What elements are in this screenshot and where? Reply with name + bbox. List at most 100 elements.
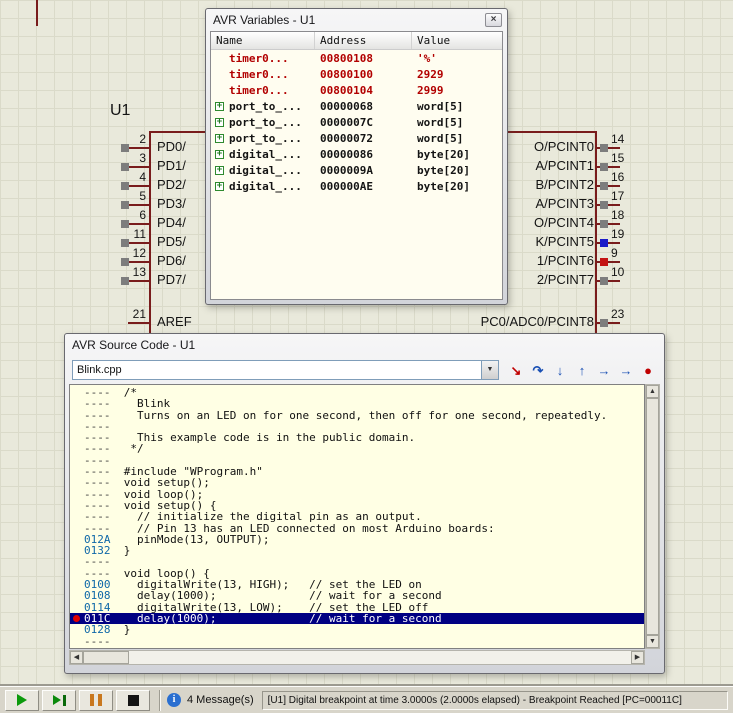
pin-number: 9	[611, 247, 633, 260]
source-line[interactable]: 012A pinMode(13, OUTPUT);	[70, 534, 644, 545]
pin-state-gray-square[interactable]	[600, 277, 608, 285]
variable-address: 00000068	[315, 100, 412, 113]
vertical-scroll-thumb[interactable]	[646, 398, 659, 635]
pin-state-gray-square[interactable]	[600, 201, 608, 209]
expand-icon[interactable]: +	[215, 150, 224, 159]
pin-wire	[128, 166, 151, 168]
variables-table-header: Name Address Value	[211, 32, 502, 50]
source-line[interactable]: ----	[70, 636, 644, 647]
play-button[interactable]	[5, 690, 39, 711]
step-over-button[interactable]: ↷	[528, 360, 548, 380]
chevron-down-icon[interactable]: ▼	[481, 361, 498, 379]
source-line[interactable]: ---- This example code is in the public …	[70, 432, 644, 443]
column-header-name[interactable]: Name	[211, 32, 315, 49]
source-line[interactable]: 0132 }	[70, 545, 644, 556]
pin-state-gray-square[interactable]	[600, 182, 608, 190]
simulation-status-text: [U1] Digital breakpoint at time 3.0000s …	[262, 691, 728, 710]
variable-row[interactable]: +port_to_...00000068word[5]	[211, 98, 502, 114]
expand-icon[interactable]: +	[215, 134, 224, 143]
pin-label: O/PCINT4	[500, 216, 594, 230]
variable-row[interactable]: +digital_...000000AEbyte[20]	[211, 178, 502, 194]
horizontal-scrollbar[interactable]: ◀ ▶	[69, 650, 645, 665]
pin-wire	[128, 242, 151, 244]
variable-address: 00000086	[315, 148, 412, 161]
column-header-value[interactable]: Value	[412, 32, 502, 49]
column-header-address[interactable]: Address	[315, 32, 412, 49]
line-code: delay(1000); // wait for a second	[111, 612, 442, 625]
expand-icon[interactable]: +	[215, 182, 224, 191]
variable-address: 00000072	[315, 132, 412, 145]
pin-state-gray-square[interactable]	[600, 163, 608, 171]
variables-rows: timer0...00800108'%'timer0...00800100292…	[211, 50, 502, 194]
scroll-up-icon[interactable]: ▲	[646, 385, 659, 398]
expand-icon[interactable]: +	[215, 166, 224, 175]
pin-label: PC0/ADC0/PCINT8	[470, 315, 594, 329]
step-button[interactable]	[42, 690, 76, 711]
step-icon	[53, 695, 61, 705]
variable-name: port_to_...	[229, 100, 302, 113]
source-code-lines: ---- /*---- Blink---- Turns on an LED on…	[70, 387, 644, 647]
run-to-button[interactable]: →	[594, 360, 614, 380]
variable-row[interactable]: timer0...00800108'%'	[211, 50, 502, 66]
avr-source-window[interactable]: AVR Source Code - U1 Blink.cpp ▼ ↘↷↓↑→ →…	[64, 333, 665, 674]
source-window-titlebar[interactable]: AVR Source Code - U1	[65, 334, 664, 356]
pin-wire	[128, 322, 151, 324]
variable-row[interactable]: +digital_...0000009Abyte[20]	[211, 162, 502, 178]
pin-number: 17	[611, 190, 633, 203]
scroll-down-icon[interactable]: ▼	[646, 635, 659, 648]
pin-state-gray-square[interactable]	[600, 319, 608, 327]
avr-variables-window[interactable]: AVR Variables - U1 × Name Address Value …	[205, 8, 508, 305]
pin-state-gray-square[interactable]	[600, 144, 608, 152]
variable-address: 00800100	[315, 68, 412, 81]
pin-label: A/PCINT3	[500, 197, 594, 211]
source-code-area[interactable]: ---- /*---- Blink---- Turns on an LED on…	[69, 384, 645, 649]
message-count[interactable]: 4 Message(s)	[187, 694, 254, 706]
pin-state-gray-square[interactable]	[600, 220, 608, 228]
variable-row[interactable]: +port_to_...00000072word[5]	[211, 130, 502, 146]
vertical-scrollbar[interactable]: ▲ ▼	[645, 384, 660, 649]
stop-button[interactable]	[116, 690, 150, 711]
toggle-breakpoint-button[interactable]: ●	[638, 360, 658, 380]
current-source-line[interactable]: 011C delay(1000); // wait for a second	[70, 613, 644, 624]
breakpoint-icon[interactable]	[73, 615, 80, 622]
source-step-button[interactable]: ↘	[506, 360, 526, 380]
status-bar: i 4 Message(s) [U1] Digital breakpoint a…	[0, 686, 733, 713]
scroll-track[interactable]	[129, 651, 631, 664]
pin-label: 1/PCINT6	[500, 254, 594, 268]
file-select-value: Blink.cpp	[73, 361, 481, 379]
pin-number: 23	[611, 308, 633, 321]
pin-number: 14	[611, 133, 633, 146]
scroll-left-icon[interactable]: ◀	[70, 651, 83, 664]
close-icon[interactable]: ×	[485, 13, 502, 27]
line-code: pinMode(13, OUTPUT);	[111, 533, 270, 546]
pin-state-blue-square[interactable]	[600, 239, 608, 247]
step-out-button[interactable]: ↑	[572, 360, 592, 380]
pin-label: PD4/	[157, 216, 186, 230]
variable-row[interactable]: +port_to_...0000007Cword[5]	[211, 114, 502, 130]
step-into-button[interactable]: ↓	[550, 360, 570, 380]
variable-value: word[5]	[412, 116, 502, 129]
variables-window-titlebar[interactable]: AVR Variables - U1	[206, 9, 507, 31]
source-line[interactable]: 0128 }	[70, 624, 644, 635]
variable-row[interactable]: +digital_...00000086byte[20]	[211, 146, 502, 162]
toolbar-step-icons: ↘ ↷ ↓↑→	[504, 360, 614, 380]
pin-state-red-square[interactable]	[600, 258, 608, 266]
pin-number: 16	[611, 171, 633, 184]
variable-row[interactable]: timer0...008001002929	[211, 66, 502, 82]
pin-label: AREF	[157, 315, 192, 329]
pin-label: PD1/	[157, 159, 186, 173]
pause-button[interactable]	[79, 690, 113, 711]
source-line[interactable]: ---- */	[70, 443, 644, 454]
variable-row[interactable]: timer0...008001042999	[211, 82, 502, 98]
goto-pc-button[interactable]: →	[616, 360, 636, 380]
scroll-right-icon[interactable]: ▶	[631, 651, 644, 664]
file-select[interactable]: Blink.cpp ▼	[72, 360, 499, 380]
variable-name: port_to_...	[229, 116, 302, 129]
expand-icon[interactable]: +	[215, 102, 224, 111]
expand-icon[interactable]: +	[215, 118, 224, 127]
variable-value: byte[20]	[412, 148, 502, 161]
source-line[interactable]: ---- Turns on an LED on for one second, …	[70, 410, 644, 421]
horizontal-scroll-thumb[interactable]	[83, 651, 129, 664]
variable-name: digital_...	[229, 180, 302, 193]
step-over-icon: ↷	[533, 363, 544, 378]
